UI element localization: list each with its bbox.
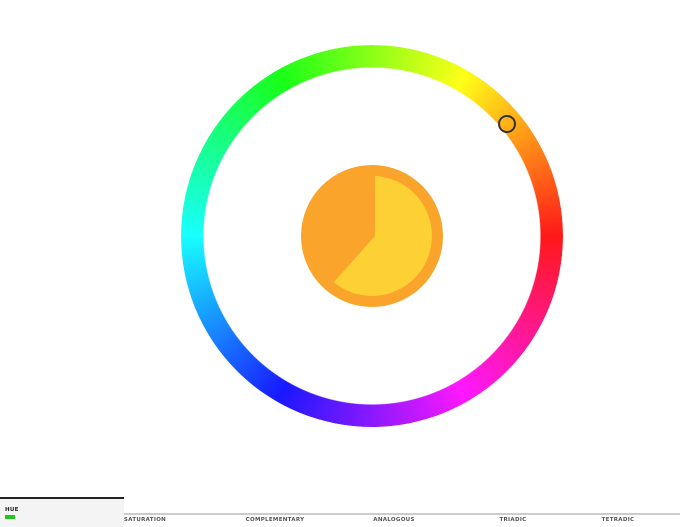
tab-hue-label: HUE — [5, 507, 19, 513]
tab-saturation[interactable]: SATURATION — [83, 497, 207, 527]
tab-analogous-label: ANALOGOUS — [373, 517, 415, 523]
color-preview-graphic — [301, 165, 443, 307]
tab-tetradic-label: TETRADIC — [601, 517, 635, 523]
color-picker-app: HUE SATURATION COMPLEMENTARY ANALOGOUS T… — [0, 0, 680, 527]
hue-selector-handle[interactable] — [498, 115, 516, 133]
color-preview — [301, 165, 443, 307]
tab-saturation-label: SATURATION — [123, 517, 167, 523]
tab-analogous[interactable]: ANALOGOUS — [332, 497, 456, 527]
mode-tabs: HUE SATURATION COMPLEMENTARY ANALOGOUS T… — [0, 497, 680, 527]
tab-complementary[interactable]: COMPLEMENTARY — [213, 497, 337, 527]
tab-complementary-label: COMPLEMENTARY — [245, 517, 305, 523]
tab-hue-swatch — [5, 515, 15, 519]
color-wheel — [181, 45, 563, 427]
tab-tetradic[interactable]: TETRADIC — [556, 497, 680, 527]
